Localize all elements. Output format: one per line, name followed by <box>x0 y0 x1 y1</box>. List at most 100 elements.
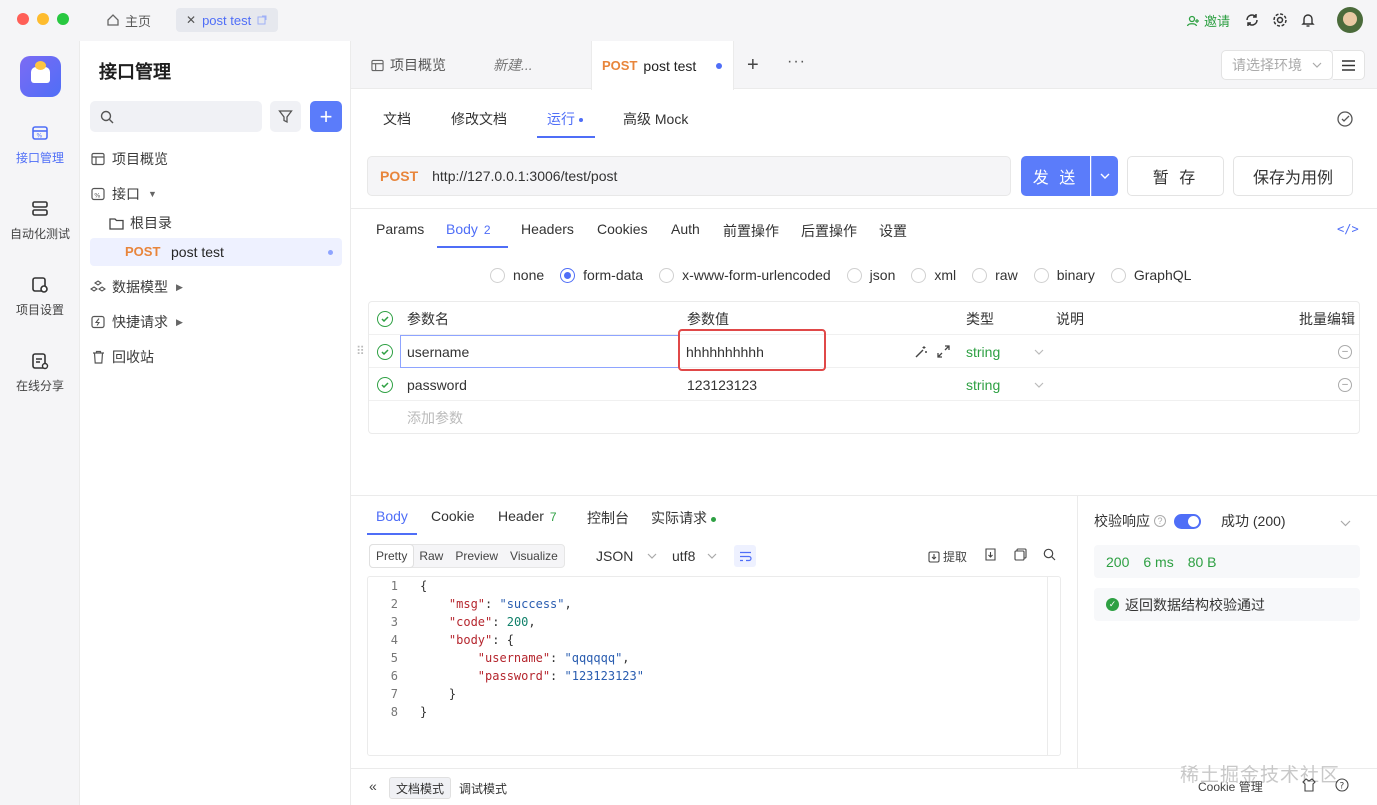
param-value-input[interactable]: 123123123 <box>687 368 757 401</box>
select-all-check-icon[interactable] <box>377 302 393 335</box>
radio-x-www-form-urlencoded[interactable]: x-www-form-urlencoded <box>659 267 831 283</box>
notification-bell-icon[interactable] <box>1298 10 1318 30</box>
tab-pre-processors[interactable]: 前置操作 <box>723 221 779 241</box>
cookie-manager-button[interactable]: Cookie 管理 <box>1198 778 1263 795</box>
bulk-edit-button[interactable]: 批量编辑 <box>1299 302 1355 335</box>
tab-headers[interactable]: Headers <box>521 221 574 237</box>
word-wrap-toggle[interactable] <box>734 545 756 567</box>
help-icon[interactable]: ? <box>1154 515 1166 527</box>
rail-item-automation[interactable]: 自动化测试 <box>0 199 80 242</box>
more-tabs-icon[interactable]: ··· <box>787 53 806 71</box>
environment-select[interactable]: 请选择环境 <box>1221 50 1333 80</box>
code-icon[interactable]: </> <box>1337 222 1359 236</box>
tab-body[interactable]: Body 2 <box>446 221 491 237</box>
caret-right-icon[interactable]: ▶ <box>176 282 183 293</box>
add-button[interactable]: + <box>310 101 342 132</box>
shirt-icon[interactable] <box>1302 778 1316 795</box>
caret-right-icon[interactable]: ▶ <box>176 317 183 328</box>
tab-params[interactable]: Params <box>376 221 424 237</box>
request-method[interactable]: POST <box>380 168 418 184</box>
popout-icon[interactable] <box>257 15 267 25</box>
view-mode-preview[interactable]: Preview <box>449 545 504 567</box>
close-window-button[interactable] <box>17 13 29 25</box>
maximize-window-button[interactable] <box>57 13 69 25</box>
help-circle-icon[interactable]: ? <box>1335 778 1349 795</box>
param-type-select[interactable]: string <box>966 368 1000 401</box>
response-tab-console[interactable]: 控制台 <box>587 508 629 528</box>
subtab-docs[interactable]: 文档 <box>383 109 411 129</box>
edit-history-icon[interactable] <box>1336 110 1354 131</box>
subtab-advanced-mock[interactable]: 高级 Mock <box>623 109 688 129</box>
url-input[interactable]: POST http://127.0.0.1:3006/test/post <box>367 156 1011 196</box>
radio-none[interactable]: none <box>490 267 544 283</box>
rail-item-api-management[interactable]: % 接口管理 <box>0 123 80 166</box>
tree-item-project-overview[interactable]: 项目概览 <box>90 145 168 173</box>
tab-auth[interactable]: Auth <box>671 221 700 237</box>
param-type-select[interactable]: string <box>966 335 1000 368</box>
copy-icon[interactable] <box>1014 548 1027 561</box>
response-tab-cookie[interactable]: Cookie <box>431 508 475 524</box>
tree-item-post-test[interactable]: POST post test <box>90 238 342 266</box>
invite-button[interactable]: 邀请 <box>1186 11 1230 30</box>
tab-project-overview[interactable]: 项目概览 <box>353 41 446 89</box>
radio-graphql[interactable]: GraphQL <box>1110 267 1191 283</box>
radio-form-data[interactable]: form-data <box>560 267 643 283</box>
tree-item-api[interactable]: % 接口 ▼ <box>90 180 157 208</box>
caret-down-icon[interactable]: ▼ <box>148 189 157 199</box>
scrollbar[interactable] <box>1047 577 1048 755</box>
radio-raw[interactable]: raw <box>972 267 1018 283</box>
home-tab[interactable]: 主页 <box>106 9 151 31</box>
tree-item-root-folder[interactable]: 根目录 <box>108 209 172 237</box>
response-code-viewer[interactable]: 1 2 3 4 5 6 7 8 { "msg": "success", "cod… <box>367 576 1061 756</box>
save-as-case-button[interactable]: 保存为用例 <box>1233 156 1353 196</box>
user-avatar[interactable] <box>1337 7 1363 33</box>
view-mode-raw[interactable]: Raw <box>413 545 449 567</box>
param-name-input[interactable]: username <box>400 335 679 368</box>
response-tab-body[interactable]: Body <box>376 508 408 524</box>
chevron-down-icon[interactable] <box>1034 368 1044 401</box>
collapse-sidebar-icon[interactable]: « <box>369 778 377 794</box>
file-tab-post-test[interactable]: ✕ post test <box>176 8 278 32</box>
doc-mode-button[interactable]: 文档模式 <box>389 777 452 799</box>
tab-post-test[interactable]: POST post test <box>591 41 734 90</box>
sync-icon[interactable] <box>1242 10 1262 30</box>
tab-post-processors[interactable]: 后置操作 <box>801 221 857 241</box>
tab-settings[interactable]: 设置 <box>879 221 907 241</box>
format-select[interactable]: JSON <box>596 548 657 564</box>
send-button[interactable]: 发 送 <box>1021 156 1090 196</box>
subtab-run[interactable]: 运行 <box>547 109 583 129</box>
tab-cookies[interactable]: Cookies <box>597 221 648 237</box>
response-tab-header[interactable]: Header 7 <box>498 508 557 524</box>
tree-item-data-model[interactable]: 数据模型 ▶ <box>90 273 183 301</box>
save-button[interactable]: 暂 存 <box>1127 156 1224 196</box>
chevron-down-icon[interactable] <box>1340 514 1351 530</box>
tree-item-recycle-bin[interactable]: 回收站 <box>90 343 154 371</box>
menu-button[interactable] <box>1333 50 1365 80</box>
close-tab-icon[interactable]: ✕ <box>186 13 196 27</box>
radio-xml[interactable]: xml <box>911 267 956 283</box>
settings-gear-icon[interactable] <box>1270 10 1290 30</box>
radio-json[interactable]: json <box>846 267 895 283</box>
radio-binary[interactable]: binary <box>1033 267 1095 283</box>
remove-row-icon[interactable]: – <box>1338 368 1352 401</box>
add-param-input[interactable]: 添加参数 <box>407 401 463 434</box>
search-icon[interactable] <box>1043 548 1056 561</box>
drag-handle-icon[interactable]: ⠿ <box>356 344 365 358</box>
row-enabled-check-icon[interactable] <box>377 335 393 368</box>
view-mode-visualize[interactable]: Visualize <box>504 545 564 567</box>
encoding-select[interactable]: utf8 <box>672 548 719 564</box>
rail-item-share[interactable]: 在线分享 <box>0 351 80 394</box>
extract-button[interactable]: 提取 <box>928 548 967 565</box>
validation-toggle[interactable] <box>1174 513 1201 529</box>
debug-mode-button[interactable]: 调试模式 <box>453 777 513 799</box>
chevron-down-icon[interactable] <box>1034 335 1044 368</box>
magic-wand-icon[interactable] <box>914 335 928 368</box>
filter-button[interactable] <box>270 101 301 132</box>
response-tab-actual-request[interactable]: 实际请求 <box>651 508 716 528</box>
add-tab-icon[interactable]: + <box>747 55 759 75</box>
download-icon[interactable] <box>984 548 997 561</box>
send-options-button[interactable] <box>1091 156 1118 196</box>
subtab-edit-docs[interactable]: 修改文档 <box>451 109 507 129</box>
tree-item-quick-request[interactable]: 快捷请求 ▶ <box>90 308 183 336</box>
param-name-input[interactable]: password <box>407 368 467 401</box>
